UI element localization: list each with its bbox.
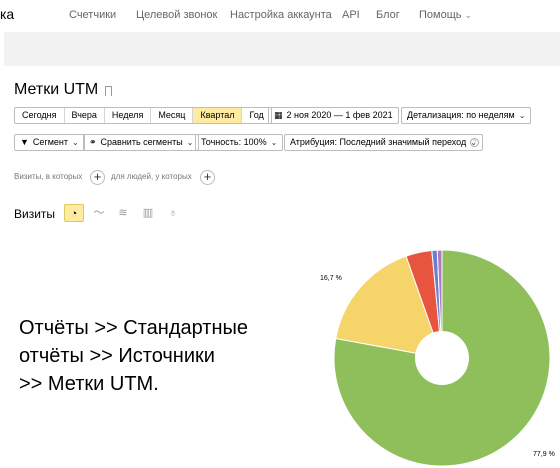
visits-label: Визиты: [14, 207, 56, 221]
bookmark-icon[interactable]: [105, 86, 113, 96]
pie-icon[interactable]: ◔: [64, 204, 84, 222]
period-year-button[interactable]: Год: [242, 108, 270, 123]
banner-area: [4, 32, 560, 66]
logo[interactable]: ка: [0, 6, 14, 22]
segment-label: Сегмент: [32, 137, 68, 147]
date-range-label: 2 ноя 2020 — 1 фев 2021: [286, 110, 393, 120]
nav-link-account-settings[interactable]: Настройка аккаунта: [230, 9, 332, 21]
overlay-line-3: >> Метки UTM.: [19, 373, 159, 395]
filter-icon: ▼: [20, 137, 29, 147]
people-filter-label: для людей, у которых: [111, 172, 192, 181]
attribution-label: Атрибуция: Последний значимый переход: [290, 137, 467, 147]
compare-icon: ⚭: [89, 137, 97, 147]
top-navigation: ка Счетчики Целевой звонок Настройка акк…: [0, 0, 560, 32]
calendar-icon: ▦: [274, 110, 283, 120]
chevron-down-icon: ⌄: [72, 138, 79, 147]
overlay-line-2: отчёты >> Источники: [19, 345, 215, 367]
detail-label: Детализация: по неделям: [407, 110, 515, 120]
add-visit-condition-button[interactable]: +: [90, 170, 105, 185]
nav-link-help[interactable]: Помощь ⌄: [419, 9, 472, 21]
period-selector: Сегодня Вчера Неделя Месяц Квартал Год: [14, 107, 272, 124]
area-icon[interactable]: ≋: [113, 204, 133, 222]
chevron-down-icon: ⌄: [270, 138, 278, 147]
visits-filter-label: Визиты, в которых: [14, 172, 83, 181]
overlay-line-1: Отчёты >> Стандартные: [19, 317, 248, 339]
period-today-button[interactable]: Сегодня: [15, 108, 65, 123]
slice-label-16-7: 16,7 %: [320, 275, 342, 282]
bar-icon[interactable]: ▥: [138, 204, 158, 222]
accuracy-dropdown[interactable]: Точность: 100% ⌄: [195, 134, 284, 151]
segment-dropdown[interactable]: ▼ Сегмент ⌄: [14, 134, 85, 151]
compare-segments-dropdown[interactable]: ⚭ Сравнить сегменты ⌄: [83, 134, 200, 151]
date-range-picker[interactable]: ▦ 2 ноя 2020 — 1 фев 2021: [268, 107, 399, 124]
period-week-button[interactable]: Неделя: [105, 108, 152, 123]
overlay-caption: Отчёты >> Стандартные отчёты >> Источник…: [19, 314, 309, 398]
nav-link-blog[interactable]: Блог: [376, 9, 400, 21]
compare-label: Сравнить сегменты: [100, 137, 183, 147]
map-pin-icon[interactable]: ♁: [163, 204, 183, 222]
chevron-down-icon: ⌄: [464, 10, 473, 20]
pie-center-hole: [415, 331, 469, 385]
chevron-down-icon: ⌄: [186, 138, 194, 147]
detail-dropdown[interactable]: Детализация: по неделям ⌄: [401, 107, 532, 124]
nav-link-api[interactable]: API: [342, 9, 360, 21]
slice-label-77-9: 77,9 %: [533, 451, 555, 458]
accuracy-label: Точность: 100%: [201, 137, 267, 147]
line-icon[interactable]: 〜: [89, 204, 109, 222]
period-month-button[interactable]: Месяц: [151, 108, 194, 123]
nav-link-help-label: Помощь: [419, 9, 462, 21]
attribution-dropdown[interactable]: Атрибуция: Последний значимый переход ⌄: [284, 134, 483, 151]
pie-chart-svg: [333, 249, 551, 467]
period-yesterday-button[interactable]: Вчера: [65, 108, 105, 123]
period-quarter-button[interactable]: Квартал: [193, 108, 243, 123]
add-people-condition-button[interactable]: +: [200, 170, 215, 185]
title-row: Метки UTM: [14, 80, 113, 100]
chevron-down-icon: ⌄: [518, 111, 526, 120]
page-title: Метки UTM: [14, 81, 99, 98]
nav-link-target-call[interactable]: Целевой звонок: [136, 9, 217, 21]
pie-chart: 16,7 % 77,9 %: [320, 245, 560, 468]
help-icon[interactable]: ?: [470, 138, 479, 147]
nav-link-counters[interactable]: Счетчики: [69, 9, 116, 21]
